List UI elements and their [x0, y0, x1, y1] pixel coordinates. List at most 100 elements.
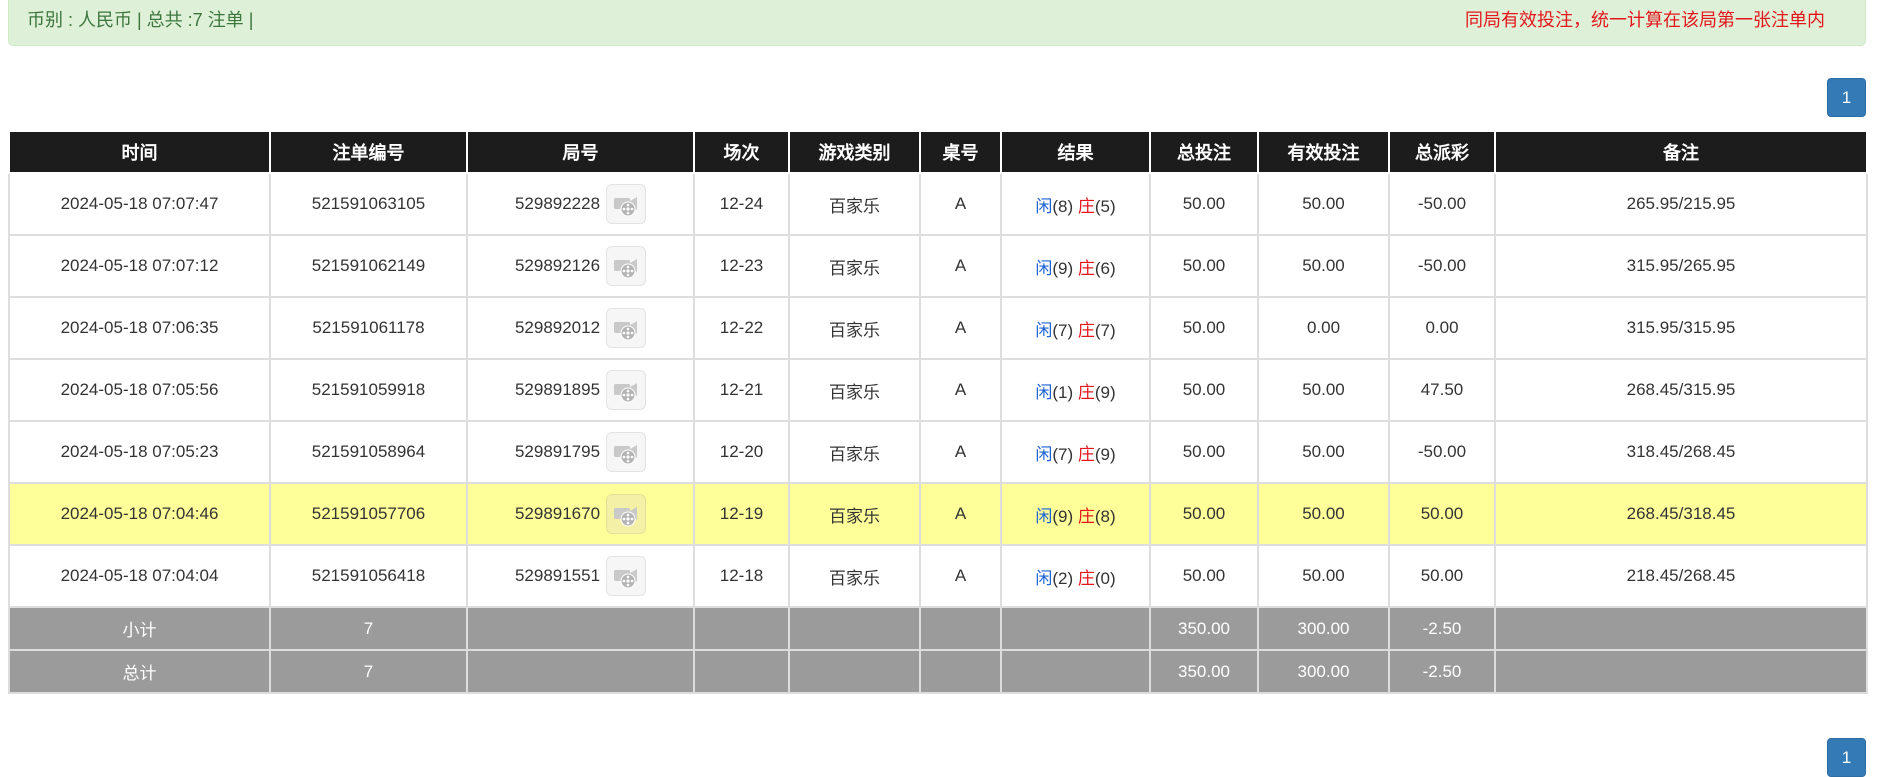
cell-bet-id: 521591059918	[269, 358, 468, 422]
cell-round: 529892012	[466, 296, 695, 360]
banker-score: (9)	[1094, 382, 1116, 402]
video-replay-icon[interactable]	[606, 370, 647, 410]
video-replay-icon[interactable]	[606, 308, 647, 348]
cell-session: 12-23	[693, 234, 790, 298]
cell-round: 529891795	[466, 420, 695, 484]
banker-label: 庄	[1077, 506, 1095, 526]
cell-time: 2024-05-18 07:07:12	[8, 234, 271, 298]
banker-label: 庄	[1077, 258, 1095, 278]
cell-total-bet: 50.00	[1149, 482, 1259, 546]
cell-game: 百家乐	[788, 234, 921, 298]
cell-valid-bet: 50.00	[1257, 482, 1390, 546]
cell-table-no: A	[919, 172, 1002, 236]
cell-bet-id: 521591062149	[269, 234, 468, 298]
video-replay-icon[interactable]	[606, 556, 647, 596]
player-label: 闲	[1035, 320, 1053, 340]
cell-payout: -50.00	[1388, 172, 1496, 236]
cell-round: 529892126	[466, 234, 695, 298]
banker-label: 庄	[1077, 320, 1095, 340]
table-row: 2024-05-18 07:07:12 521591062149 529892126…	[8, 234, 1868, 298]
pagination-page-button-bottom[interactable]: 1	[1827, 738, 1866, 777]
cell-bet-id: 521591058964	[269, 420, 468, 484]
player-label: 闲	[1035, 382, 1053, 402]
cell-note: 265.95/215.95	[1494, 172, 1868, 236]
banker-label: 庄	[1077, 196, 1095, 216]
cell-note: 315.95/265.95	[1494, 234, 1868, 298]
cell-round: 529891670	[466, 482, 695, 546]
cell-total-bet: 50.00	[1149, 420, 1259, 484]
cell-result: 闲(2) 庄(0)	[1000, 544, 1151, 608]
cell-game: 百家乐	[788, 296, 921, 360]
subtotal-valid-bet: 300.00	[1257, 606, 1390, 651]
table-row: 2024-05-18 07:06:35 521591061178 529892012…	[8, 296, 1868, 360]
cell-session: 12-21	[693, 358, 790, 422]
banker-score: (8)	[1094, 506, 1116, 526]
cell-note: 268.45/318.45	[1494, 482, 1868, 546]
cell-valid-bet: 50.00	[1257, 172, 1390, 236]
subtotal-row: 小计 7 350.00 300.00 -2.50	[8, 606, 1868, 651]
cell-table-no: A	[919, 296, 1002, 360]
cell-round: 529892228	[466, 172, 695, 236]
player-score: (7)	[1052, 444, 1074, 464]
cell-table-no: A	[919, 482, 1002, 546]
cell-payout: 50.00	[1388, 482, 1496, 546]
cell-valid-bet: 50.00	[1257, 420, 1390, 484]
cell-result: 闲(7) 庄(7)	[1000, 296, 1151, 360]
cell-time: 2024-05-18 07:05:23	[8, 420, 271, 484]
player-score: (9)	[1052, 506, 1074, 526]
pagination-page-button[interactable]: 1	[1827, 78, 1866, 117]
cell-valid-bet: 50.00	[1257, 544, 1390, 608]
cell-time: 2024-05-18 07:04:46	[8, 482, 271, 546]
player-score: (2)	[1052, 568, 1074, 588]
cell-total-bet: 50.00	[1149, 296, 1259, 360]
player-score: (9)	[1052, 258, 1074, 278]
cell-game: 百家乐	[788, 358, 921, 422]
cell-session: 12-18	[693, 544, 790, 608]
cell-session: 12-20	[693, 420, 790, 484]
summary-alert: 币别 : 人民币 | 总共 :7 注单 | 同局有效投注，统一计算在该局第一张注…	[8, 0, 1866, 46]
subtotal-count: 7	[269, 606, 468, 651]
table-row: 2024-05-18 07:05:23 521591058964 529891795…	[8, 420, 1868, 484]
cell-table-no: A	[919, 544, 1002, 608]
player-score: (1)	[1052, 382, 1074, 402]
cell-payout: 47.50	[1388, 358, 1496, 422]
player-score: (7)	[1052, 320, 1074, 340]
cell-bet-id: 521591057706	[269, 482, 468, 546]
cell-bet-id: 521591056418	[269, 544, 468, 608]
video-replay-icon[interactable]	[606, 184, 647, 224]
cell-valid-bet: 0.00	[1257, 296, 1390, 360]
header-total-bet: 总投注	[1149, 132, 1259, 174]
subtotal-total-bet: 350.00	[1149, 606, 1259, 651]
video-replay-icon[interactable]	[606, 246, 647, 286]
header-result: 结果	[1000, 132, 1151, 174]
cell-result: 闲(9) 庄(6)	[1000, 234, 1151, 298]
video-replay-icon[interactable]	[606, 432, 647, 472]
cell-table-no: A	[919, 234, 1002, 298]
cell-result: 闲(7) 庄(9)	[1000, 420, 1151, 484]
round-number: 529892012	[514, 318, 601, 337]
cell-valid-bet: 50.00	[1257, 358, 1390, 422]
subtotal-label: 小计	[8, 606, 271, 651]
cell-result: 闲(8) 庄(5)	[1000, 172, 1151, 236]
banker-score: (9)	[1094, 444, 1116, 464]
banker-label: 庄	[1077, 444, 1095, 464]
header-valid-bet: 有效投注	[1257, 132, 1390, 174]
video-replay-icon[interactable]	[606, 494, 647, 534]
table-header-row: 时间 注单编号 局号 场次 游戏类别 桌号 结果 总投注 有效投注 总派彩 备注	[8, 132, 1868, 174]
cell-note: 218.45/268.45	[1494, 544, 1868, 608]
cell-total-bet: 50.00	[1149, 544, 1259, 608]
table-row: 2024-05-18 07:04:04 521591056418 529891551…	[8, 544, 1868, 608]
notice-text: 同局有效投注，统一计算在该局第一张注单内	[1465, 10, 1825, 30]
round-number: 529891895	[514, 380, 601, 399]
header-note: 备注	[1494, 132, 1868, 174]
cell-game: 百家乐	[788, 482, 921, 546]
grand-total-count: 7	[269, 649, 468, 694]
header-round: 局号	[466, 132, 695, 174]
cell-payout: 0.00	[1388, 296, 1496, 360]
grand-total-label: 总计	[8, 649, 271, 694]
grand-total-total-bet: 350.00	[1149, 649, 1259, 694]
cell-note: 315.95/315.95	[1494, 296, 1868, 360]
player-label: 闲	[1035, 258, 1053, 278]
header-game: 游戏类别	[788, 132, 921, 174]
cell-bet-id: 521591061178	[269, 296, 468, 360]
